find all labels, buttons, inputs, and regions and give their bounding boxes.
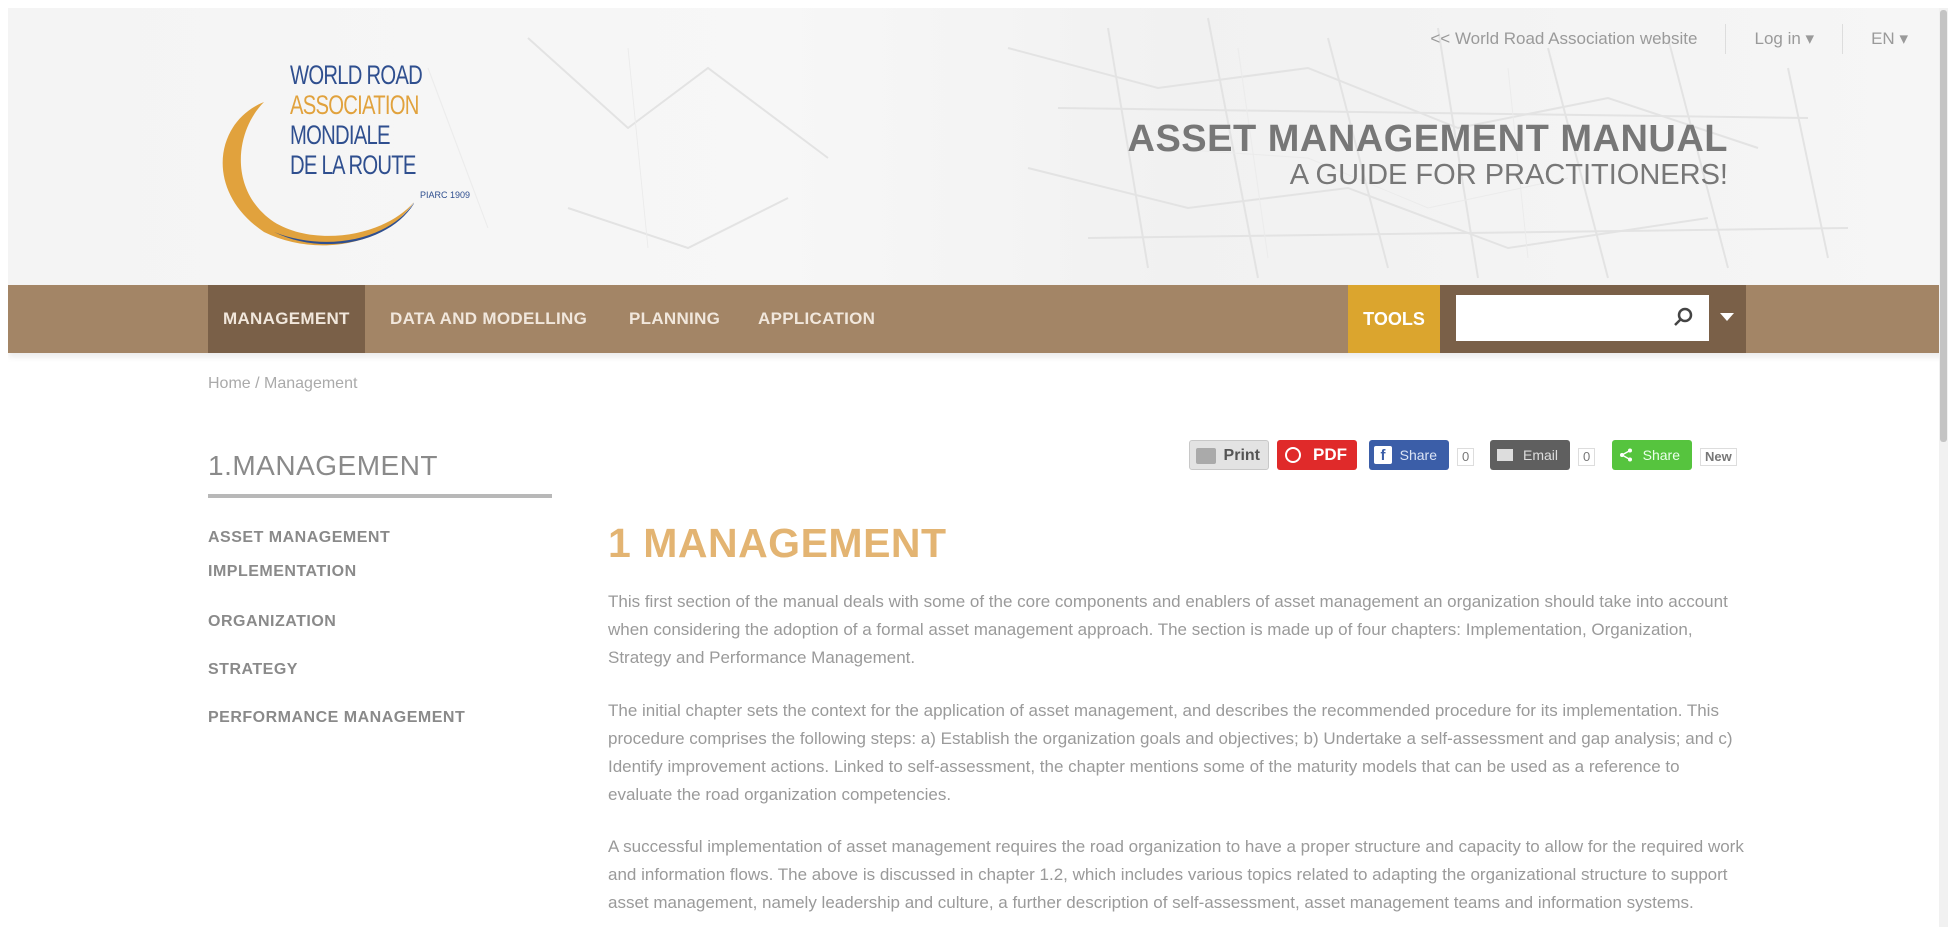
chevron-down-icon: ▾: [1805, 29, 1815, 48]
facebook-count: 0: [1457, 448, 1475, 466]
facebook-share-button[interactable]: f Share: [1369, 440, 1449, 470]
login-link[interactable]: Log in ▾: [1754, 29, 1814, 49]
pdf-button[interactable]: PDF: [1277, 440, 1357, 470]
content-paragraph: The initial chapter sets the context for…: [608, 701, 1733, 804]
page-title: 1 MANAGEMENT: [608, 520, 947, 566]
chevron-down-icon: ▾: [1899, 29, 1908, 48]
logo-line: MONDIALE: [290, 120, 391, 150]
divider: [1842, 24, 1844, 54]
content-paragraph: This first section of the manual deals w…: [608, 592, 1728, 667]
facebook-label: Share: [1399, 447, 1437, 463]
print-button[interactable]: Print: [1189, 440, 1269, 470]
email-button[interactable]: Email: [1490, 440, 1570, 470]
share-button[interactable]: Share: [1612, 440, 1692, 470]
envelope-icon: [1497, 449, 1513, 461]
top-links: << World Road Association website Log in…: [1430, 24, 1908, 54]
association-website-link[interactable]: << World Road Association website: [1430, 29, 1697, 49]
sidebar-item-asset-management-implementation[interactable]: ASSET MANAGEMENT IMPLEMENTATION: [208, 521, 538, 589]
breadcrumb[interactable]: Home / Management: [208, 375, 357, 393]
facebook-icon: f: [1374, 446, 1392, 464]
page: << World Road Association website Log in…: [8, 8, 1948, 927]
content-paragraph: A successful implementation of asset man…: [608, 837, 1744, 912]
site-title-main: ASSET MANAGEMENT MANUAL: [1127, 118, 1728, 160]
nav-item-management[interactable]: MANAGEMENT: [208, 285, 365, 353]
language-label: EN: [1871, 29, 1895, 48]
divider: [1725, 24, 1727, 54]
pdf-icon: [1285, 447, 1301, 463]
tools-button[interactable]: TOOLS: [1348, 285, 1440, 353]
search-box: [1440, 285, 1746, 353]
sidebar-item-strategy[interactable]: STRATEGY: [208, 653, 538, 687]
nav-item-application[interactable]: APPLICATION: [743, 285, 890, 353]
share-label: Share: [1642, 447, 1680, 463]
share-icon: [1620, 448, 1632, 462]
scrollbar-thumb[interactable]: [1940, 10, 1947, 442]
sidebar-item-organization[interactable]: ORGANIZATION: [208, 605, 538, 639]
chevron-down-icon[interactable]: [1720, 313, 1734, 321]
pdf-label: PDF: [1313, 445, 1347, 464]
search-icon[interactable]: [1670, 305, 1696, 331]
email-count: 0: [1578, 448, 1596, 466]
site-header: << World Road Association website Log in…: [8, 8, 1948, 287]
sidebar-item-performance-management[interactable]: PERFORMANCE MANAGEMENT: [208, 701, 538, 735]
logo-line: ASSOCIATION: [290, 90, 419, 120]
new-badge: New: [1700, 448, 1737, 466]
page-scrollbar[interactable]: [1939, 8, 1948, 927]
printer-icon: [1196, 448, 1216, 464]
language-select[interactable]: EN ▾: [1871, 29, 1908, 49]
site-title-subtitle: A GUIDE FOR PRACTITIONERS!: [1289, 159, 1728, 191]
logo-text: WORLD ROAD ASSOCIATION MONDIALE DE LA RO…: [290, 60, 423, 180]
email-label: Email: [1522, 447, 1558, 463]
site-title: ASSET MANAGEMENT MANUAL A GUIDE FOR PRAC…: [1128, 118, 1728, 192]
logo-line: DE LA ROUTE: [290, 150, 416, 180]
piarc-logo[interactable]: WORLD ROAD ASSOCIATION MONDIALE DE LA RO…: [204, 52, 494, 262]
logo-small-text: PIARC 1909: [420, 190, 471, 200]
login-label: Log in: [1754, 29, 1801, 48]
main-nav: MANAGEMENT DATA AND MODELLING PLANNING A…: [8, 285, 1948, 353]
logo-line: WORLD ROAD: [290, 60, 423, 90]
sidebar-title: 1.MANAGEMENT: [208, 450, 439, 481]
nav-item-data-and-modelling[interactable]: DATA AND MODELLING: [375, 285, 602, 353]
print-label: Print: [1223, 447, 1260, 464]
nav-item-planning[interactable]: PLANNING: [614, 285, 735, 353]
sidebar-divider: [208, 494, 552, 498]
